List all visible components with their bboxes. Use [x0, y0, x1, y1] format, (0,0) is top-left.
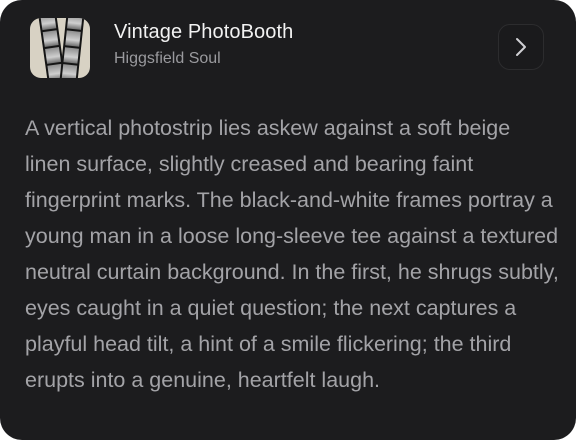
card-subtitle: Higgsfield Soul — [114, 50, 221, 67]
card-title: Vintage PhotoBooth — [114, 21, 294, 43]
card-description: A vertical photostrip lies askew against… — [25, 116, 559, 392]
photostrip-thumbnail — [30, 18, 90, 78]
photostrip-right — [59, 18, 85, 78]
chevron-right-icon — [516, 38, 526, 56]
preset-card[interactable]: Vintage PhotoBooth Higgsfield Soul A ver… — [0, 0, 576, 440]
open-button[interactable] — [498, 24, 544, 70]
